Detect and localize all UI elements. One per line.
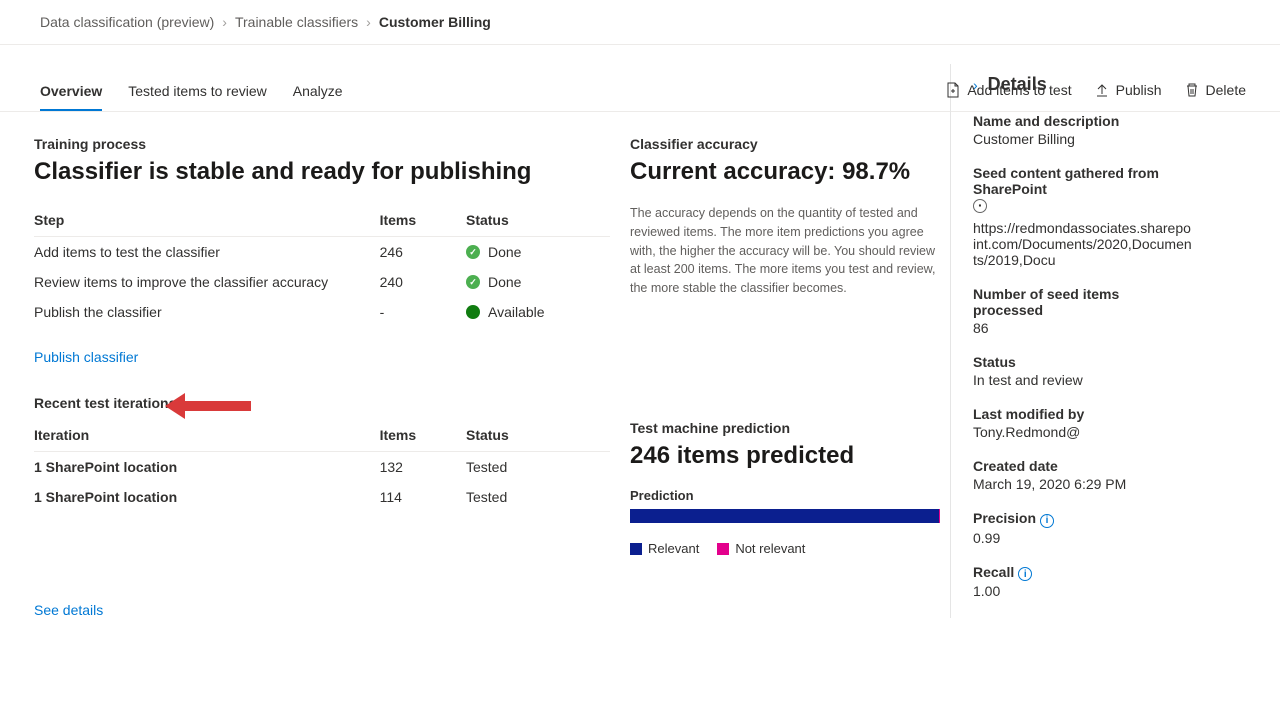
breadcrumb: Data classification (preview) › Trainabl… xyxy=(0,0,1280,45)
page-actions: Add items to test Publish Delete xyxy=(945,82,1246,98)
breadcrumb-item[interactable]: Data classification (preview) xyxy=(40,14,214,30)
button-label: Publish xyxy=(1116,82,1162,98)
training-process-label: Training process xyxy=(34,136,610,152)
step-items: 240 xyxy=(380,267,466,297)
iteration-status: Tested xyxy=(466,482,610,512)
available-icon xyxy=(466,305,480,319)
col-status: Status xyxy=(466,204,610,237)
prediction-bar xyxy=(630,509,940,523)
precision-label: Precisioni xyxy=(973,510,1193,528)
tab-overview[interactable]: Overview xyxy=(40,83,102,111)
col-status: Status xyxy=(466,419,610,452)
seed-count-label: Number of seed items processed xyxy=(973,286,1193,318)
training-headline: Classifier is stable and ready for publi… xyxy=(34,158,610,186)
col-items: Items xyxy=(380,419,466,452)
prediction-label: Test machine prediction xyxy=(630,420,940,436)
name-value: Customer Billing xyxy=(973,131,1193,147)
chevron-right-icon: › xyxy=(366,14,371,30)
publish-classifier-link[interactable]: Publish classifier xyxy=(34,349,138,365)
step-name: Publish the classifier xyxy=(34,297,380,327)
step-status: Available xyxy=(488,304,545,320)
check-icon xyxy=(466,275,480,289)
add-items-button[interactable]: Add items to test xyxy=(945,82,1071,98)
breadcrumb-current: Customer Billing xyxy=(379,14,491,30)
iteration-items: 132 xyxy=(380,452,466,483)
step-status: Done xyxy=(488,274,521,290)
table-row: Publish the classifier - Available xyxy=(34,297,610,327)
training-steps-table: Step Items Status Add items to test the … xyxy=(34,204,610,327)
accuracy-headline: Current accuracy: 98.7% xyxy=(630,158,940,186)
step-name: Review items to improve the classifier a… xyxy=(34,267,380,297)
table-row: 1 SharePoint location 132 Tested xyxy=(34,452,610,483)
modified-label: Last modified by xyxy=(973,406,1193,422)
created-value: March 19, 2020 6:29 PM xyxy=(973,476,1193,492)
seed-value: https://redmondassociates.sharepoint.com… xyxy=(973,220,1193,268)
seed-count-value: 86 xyxy=(973,320,1193,336)
iteration-status: Tested xyxy=(466,452,610,483)
seed-label: Seed content gathered from SharePoint xyxy=(973,165,1193,197)
col-items: Items xyxy=(380,204,466,237)
recall-label: Recalli xyxy=(973,564,1193,582)
tab-analyze[interactable]: Analyze xyxy=(293,83,343,111)
iteration-items: 114 xyxy=(380,482,466,512)
legend-not-relevant: Not relevant xyxy=(735,541,805,556)
sharepoint-icon xyxy=(973,199,987,213)
chevron-right-icon: › xyxy=(222,14,227,30)
col-iteration: Iteration xyxy=(34,419,380,452)
legend-relevant: Relevant xyxy=(648,541,699,556)
button-label: Add items to test xyxy=(967,82,1071,98)
info-icon[interactable]: i xyxy=(1018,567,1032,581)
step-items: - xyxy=(380,297,466,327)
prediction-sub: Prediction xyxy=(630,488,940,503)
iterations-label: Recent test iterations xyxy=(34,395,610,411)
breadcrumb-item[interactable]: Trainable classifiers xyxy=(235,14,358,30)
col-step: Step xyxy=(34,204,380,237)
see-details-link[interactable]: See details xyxy=(34,602,103,618)
legend-not-relevant-icon xyxy=(717,543,729,555)
info-icon[interactable]: i xyxy=(1040,514,1054,528)
prediction-legend: Relevant Not relevant xyxy=(630,541,940,556)
iteration-name: 1 SharePoint location xyxy=(34,482,380,512)
add-file-icon xyxy=(945,82,961,98)
check-icon xyxy=(466,245,480,259)
iteration-name: 1 SharePoint location xyxy=(34,452,380,483)
tab-tested-items[interactable]: Tested items to review xyxy=(128,83,267,111)
table-row: Review items to improve the classifier a… xyxy=(34,267,610,297)
prediction-headline: 246 items predicted xyxy=(630,442,940,470)
recall-value: 1.00 xyxy=(973,583,1193,599)
step-name: Add items to test the classifier xyxy=(34,237,380,268)
publish-button[interactable]: Publish xyxy=(1094,82,1162,98)
name-label: Name and description xyxy=(973,113,1193,129)
modified-value: Tony.Redmond@ xyxy=(973,424,1193,440)
iterations-table: Iteration Items Status 1 SharePoint loca… xyxy=(34,419,610,512)
legend-relevant-icon xyxy=(630,543,642,555)
table-row: 1 SharePoint location 114 Tested xyxy=(34,482,610,512)
details-panel: › Details Name and description Customer … xyxy=(973,74,1280,599)
accuracy-description: The accuracy depends on the quantity of … xyxy=(630,204,940,298)
upload-icon xyxy=(1094,82,1110,98)
created-label: Created date xyxy=(973,458,1193,474)
precision-value: 0.99 xyxy=(973,530,1193,546)
status-value: In test and review xyxy=(973,372,1193,388)
status-label: Status xyxy=(973,354,1193,370)
trash-icon xyxy=(1184,82,1200,98)
table-row: Add items to test the classifier 246 Don… xyxy=(34,237,610,268)
step-items: 246 xyxy=(380,237,466,268)
step-status: Done xyxy=(488,244,521,260)
accuracy-label: Classifier accuracy xyxy=(630,136,940,152)
button-label: Delete xyxy=(1206,82,1246,98)
delete-button[interactable]: Delete xyxy=(1184,82,1246,98)
